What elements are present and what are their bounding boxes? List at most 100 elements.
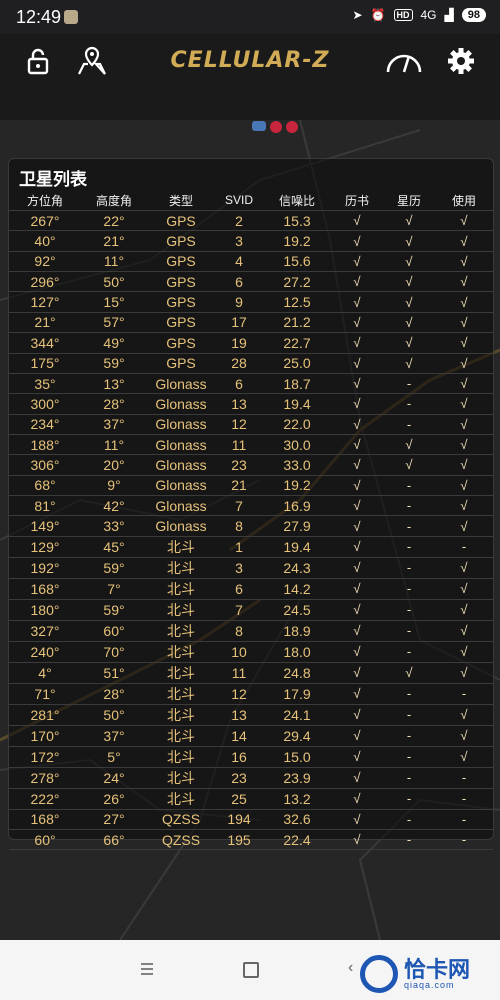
table-cell: √ [331,495,383,517]
table-cell: 60° [9,829,81,851]
column-header: 信噪比 [263,190,331,211]
table-cell: 17.9 [263,683,331,705]
table-cell: √ [383,434,435,456]
home-icon[interactable] [243,962,259,978]
table-cell: 27.9 [263,515,331,537]
table-cell: 14.2 [263,578,331,600]
column-header: 方位角 [9,190,81,211]
table-cell: 59° [81,599,147,621]
table-cell: √ [435,210,493,232]
table-cell: - [383,536,435,558]
map-pin-icon[interactable] [75,44,109,78]
table-cell: 25.0 [263,353,331,374]
table-row: 234° 37° Glonass 12 22.0 √ - √ [9,414,493,435]
table-row: 68° 9° Glonass 21 19.2 √ - √ [9,475,493,497]
watermark-text: 恰卡网 [404,956,471,982]
table-row: 4° 51° 北斗 11 24.8 √ √ √ [9,662,493,684]
table-cell: QZSS [147,809,215,831]
table-cell: 北斗 [147,704,215,726]
panel-title: 卫星列表 [19,170,87,189]
table-cell: 168° [9,809,81,831]
table-cell: √ [331,454,383,476]
table-cell: √ [435,662,493,684]
table-cell: 18.7 [263,373,331,395]
table-cell: 57° [81,312,147,334]
column-header: 高度角 [81,190,147,211]
table-cell: 9° [81,475,147,497]
table-cell: Glonass [147,414,215,435]
table-cell: 北斗 [147,557,215,579]
table-cell: 22.7 [263,332,331,354]
watermark-subtext: qiaqa.com [404,979,455,990]
table-cell: 49° [81,332,147,354]
table-cell: 149° [9,515,81,537]
table-cell: 240° [9,641,81,663]
table-cell: 24.3 [263,557,331,579]
table-cell: - [383,373,435,395]
table-cell: 22.4 [263,829,331,851]
table-cell: 15° [81,291,147,313]
table-cell: 29.4 [263,725,331,747]
table-cell: √ [331,393,383,415]
table-cell: 172° [9,746,81,768]
gear-icon[interactable] [444,44,478,78]
table-cell: - [435,536,493,558]
table-cell: 18.9 [263,620,331,642]
table-cell: 11 [215,434,263,456]
table-cell: √ [435,353,493,374]
table-cell: 45° [81,536,147,558]
table-cell: GPS [147,353,215,374]
table-cell: √ [331,332,383,354]
table-cell: - [383,578,435,600]
table-cell: 296° [9,271,81,293]
speedometer-icon[interactable] [383,44,425,78]
table-cell: - [383,725,435,747]
table-cell: 267° [9,210,81,232]
table-cell: 25 [215,788,263,810]
table-cell: 19 [215,332,263,354]
table-cell: - [435,809,493,831]
table-cell: √ [331,829,383,851]
table-cell: √ [383,271,435,293]
table-cell: - [383,683,435,705]
table-cell: 222° [9,788,81,810]
table-cell: 22° [81,210,147,232]
table-cell: 13° [81,373,147,395]
table-cell: QZSS [147,829,215,851]
table-cell: 3 [215,230,263,252]
table-cell: 195 [215,829,263,851]
table-cell: √ [331,271,383,293]
status-icons: ➤ ⏰ HD 4G ▟ 98 [352,8,486,22]
table-cell: 24.1 [263,704,331,726]
table-cell: 6 [215,373,263,395]
table-cell: √ [435,557,493,579]
table-cell: √ [383,291,435,313]
column-header: 类型 [147,190,215,211]
table-row: 296° 50° GPS 6 27.2 √ √ √ [9,271,493,293]
table-cell: √ [435,332,493,354]
table-cell: √ [435,454,493,476]
alarm-icon: ⏰ [370,8,386,22]
table-cell: 15.6 [263,251,331,273]
table-cell: √ [435,271,493,293]
hd-badge: HD [393,9,413,21]
table-cell: 32.6 [263,809,331,831]
table-cell: 13 [215,393,263,415]
status-bar: 12:49 ➤ ⏰ HD 4G ▟ 98 [0,0,500,34]
table-cell: 51° [81,662,147,684]
table-cell: 16 [215,746,263,768]
table-cell: - [383,829,435,851]
table-cell: 12 [215,683,263,705]
table-cell: √ [435,434,493,456]
table-cell: 北斗 [147,725,215,747]
lock-icon[interactable] [21,44,55,78]
table-cell: 300° [9,393,81,415]
column-header: SVID [215,190,263,211]
table-cell: √ [435,599,493,621]
menu-icon[interactable] [140,962,154,976]
table-cell: - [383,557,435,579]
table-cell: 北斗 [147,788,215,810]
table-cell: 192° [9,557,81,579]
back-icon[interactable]: ‹ [348,959,353,977]
table-cell: 33.0 [263,454,331,476]
